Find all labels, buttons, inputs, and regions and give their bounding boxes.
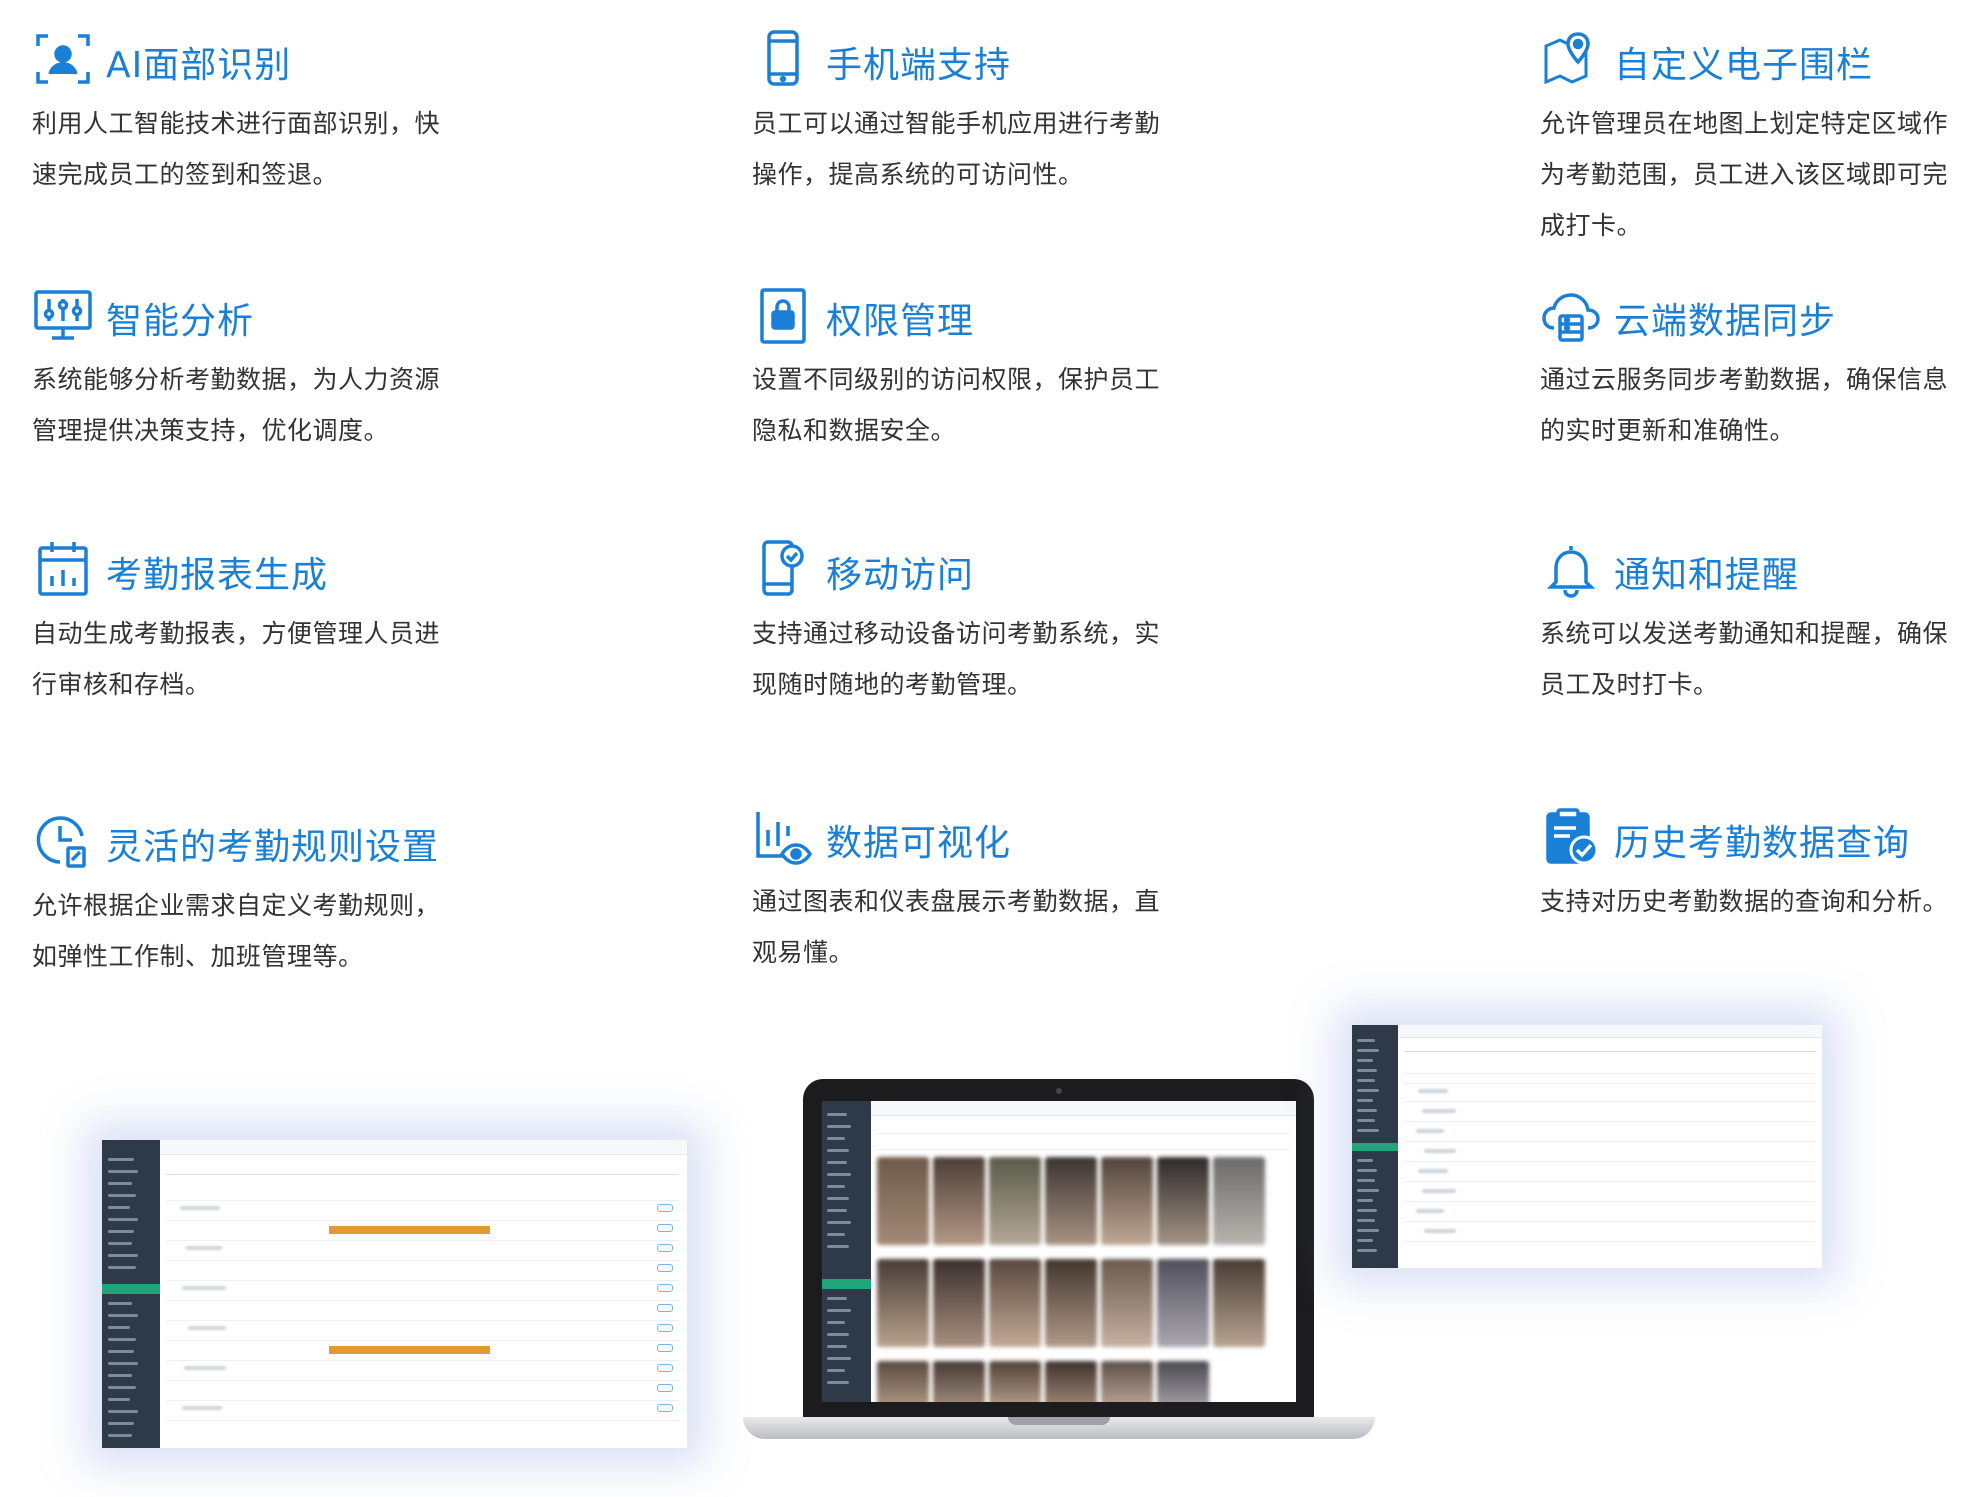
sidebar	[102, 1140, 160, 1448]
feature-face-recognition: AI面部识别 利用人工智能技术进行面部识别，快 速完成员工的签到和签退。	[32, 28, 492, 200]
clock-edit-icon	[32, 810, 94, 872]
feature-description: 支持通过移动设备访问考勤系统，实 现随时随地的考勤管理。	[752, 619, 1161, 699]
feature-description: 利用人工智能技术进行面部识别，快 速完成员工的签到和签退。	[32, 109, 441, 189]
clipboard-check-icon	[1540, 806, 1602, 868]
smartphone-icon	[752, 28, 814, 90]
feature-description: 系统能够分析考勤数据，为人力资源 管理提供决策支持，优化调度。	[32, 365, 441, 445]
feature-description: 允许管理员在地图上划定特定区域作 为考勤范围，员工进入该区域即可完 成打卡。	[1540, 109, 1949, 240]
lock-icon	[752, 284, 814, 346]
calendar-chart-icon	[32, 538, 94, 600]
feature-description: 员工可以通过智能手机应用进行考勤 操作，提高系统的可访问性。	[752, 109, 1161, 189]
feature-history-query: 历史考勤数据查询 支持对历史考勤数据的查询和分析。	[1540, 806, 1983, 927]
feature-title: 云端数据同步	[1614, 301, 1837, 342]
feature-mobile-access: 移动访问 支持通过移动设备访问考勤系统，实 现随时随地的考勤管理。	[752, 538, 1212, 710]
laptop-notch	[1008, 1417, 1110, 1425]
laptop-camera	[1056, 1088, 1062, 1094]
feature-description: 通过图表和仪表盘展示考勤数据，直 观易懂。	[752, 887, 1161, 967]
feature-title: 手机端支持	[826, 45, 1012, 86]
feature-description: 通过云服务同步考勤数据，确保信息 的实时更新和准确性。	[1540, 365, 1949, 445]
feature-title: 数据可视化	[826, 823, 1012, 864]
feature-title: AI面部识别	[106, 45, 292, 86]
attendance-list-screenshot	[102, 1140, 687, 1448]
feature-description: 系统可以发送考勤通知和提醒，确保 员工及时打卡。	[1540, 619, 1949, 699]
sidebar	[1352, 1025, 1398, 1268]
feature-geofence: 自定义电子围栏 允许管理员在地图上划定特定区域作 为考勤范围，员工进入该区域即可完…	[1540, 28, 1983, 251]
feature-smart-analysis: 智能分析 系统能够分析考勤数据，为人力资源 管理提供决策支持，优化调度。	[32, 284, 492, 456]
feature-mobile-support: 手机端支持 员工可以通过智能手机应用进行考勤 操作，提高系统的可访问性。	[752, 28, 1212, 200]
attendance-statistics-screenshot	[1352, 1025, 1822, 1268]
feature-title: 历史考勤数据查询	[1614, 823, 1911, 864]
feature-notifications: 通知和提醒 系统可以发送考勤通知和提醒，确保 员工及时打卡。	[1540, 538, 1983, 710]
feature-title: 移动访问	[826, 555, 975, 596]
feature-title: 灵活的考勤规则设置	[106, 827, 440, 868]
feature-description: 自动生成考勤报表，方便管理人员进 行审核和存档。	[32, 619, 441, 699]
mobile-check-icon	[752, 538, 814, 600]
feature-description: 允许根据企业需求自定义考勤规则， 如弹性工作制、加班管理等。	[32, 891, 441, 971]
monitor-sliders-icon	[32, 284, 94, 346]
feature-report-generation: 考勤报表生成 自动生成考勤报表，方便管理人员进 行审核和存档。	[32, 538, 492, 710]
cloud-sync-icon	[1540, 284, 1602, 346]
map-pin-icon	[1540, 28, 1602, 90]
feature-flexible-rules: 灵活的考勤规则设置 允许根据企业需求自定义考勤规则， 如弹性工作制、加班管理等。	[32, 810, 492, 982]
feature-cloud-sync: 云端数据同步 通过云服务同步考勤数据，确保信息 的实时更新和准确性。	[1540, 284, 1983, 456]
feature-title: 智能分析	[106, 301, 255, 342]
feature-data-visualization: 数据可视化 通过图表和仪表盘展示考勤数据，直 观易懂。	[752, 806, 1212, 978]
feature-title: 通知和提醒	[1614, 555, 1800, 596]
feature-description: 设置不同级别的访问权限，保护员工 隐私和数据安全。	[752, 365, 1161, 445]
face-gallery-screenshot	[822, 1101, 1296, 1402]
chart-eye-icon	[752, 806, 814, 868]
feature-description: 支持对历史考勤数据的查询和分析。	[1540, 887, 1949, 916]
feature-title: 自定义电子围栏	[1614, 45, 1874, 86]
bell-icon	[1540, 538, 1602, 600]
feature-title: 考勤报表生成	[106, 555, 329, 596]
feature-title: 权限管理	[826, 301, 975, 342]
sidebar	[822, 1101, 871, 1402]
face-scan-icon	[32, 28, 94, 90]
feature-permissions: 权限管理 设置不同级别的访问权限，保护员工 隐私和数据安全。	[752, 284, 1212, 456]
